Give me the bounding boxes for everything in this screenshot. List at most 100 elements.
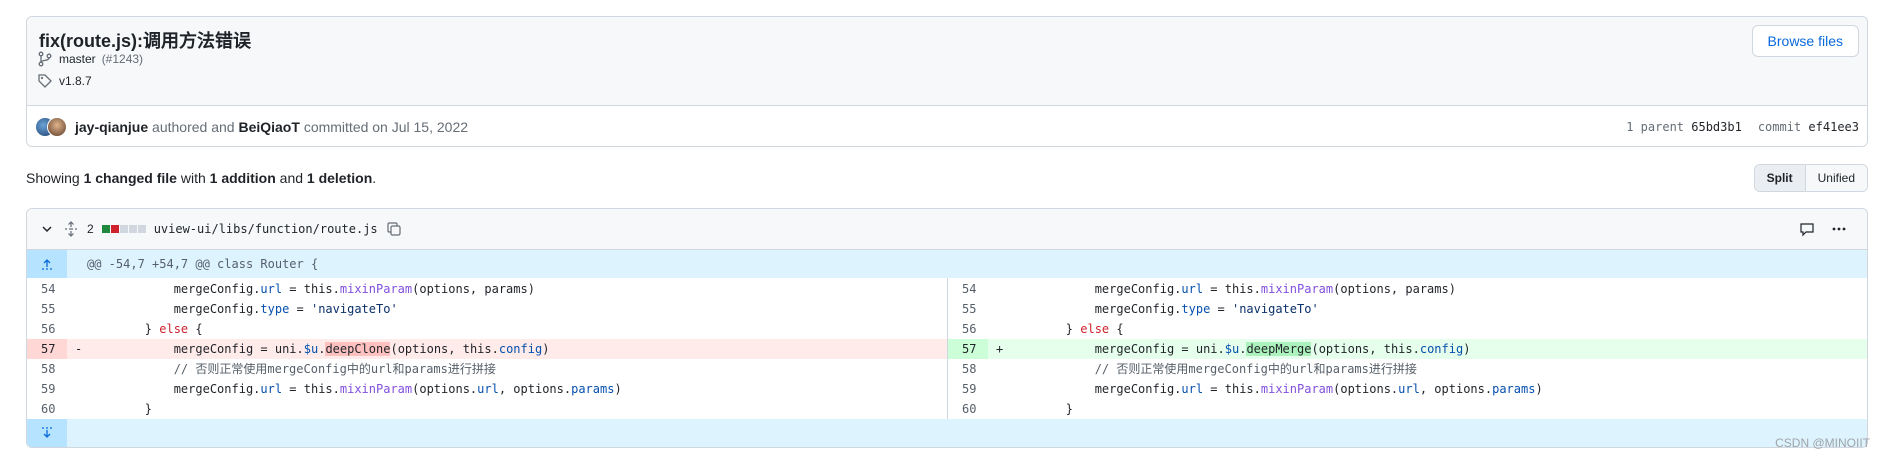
code-token: (options, this. [390, 342, 499, 356]
copy-icon[interactable] [386, 221, 402, 237]
code-token: else [1080, 322, 1110, 336]
code-line: } else { [1008, 319, 1124, 339]
code-token: mergeConfig. [87, 282, 261, 296]
diff-line: 58 // 否则正常使用mergeConfig中的url和params进行拼接 [948, 359, 1867, 379]
committer-link[interactable]: BeiQiaoT [238, 119, 299, 135]
authored-text: authored and [152, 119, 235, 135]
browse-files-button[interactable]: Browse files [1751, 25, 1859, 57]
comment-icon[interactable] [1799, 221, 1815, 237]
code-token: config [1419, 342, 1464, 356]
commit-top: fix(route.js):调用方法错误 Browse files master… [27, 17, 1867, 106]
tag-link[interactable]: v1.8.7 [59, 74, 92, 88]
kebab-horizontal-icon[interactable] [1831, 221, 1847, 237]
file-path[interactable]: uview-ui/libs/function/route.js [154, 222, 378, 236]
code-token: { [188, 322, 203, 336]
code-token: params [1492, 382, 1536, 396]
line-number[interactable]: 60 [27, 399, 67, 419]
code-line: } [1008, 399, 1073, 419]
branch-link[interactable]: master [59, 52, 96, 66]
git-branch-icon [38, 51, 52, 67]
code-token: mergeConfig. [1008, 382, 1182, 396]
commit-author-bar: jay-qianjue authored and BeiQiaoT commit… [27, 106, 1867, 146]
line-number[interactable]: 58 [27, 359, 67, 379]
summary-additions: 1 addition [209, 170, 276, 186]
code-token: $u [1224, 342, 1240, 356]
line-number[interactable]: 54 [948, 279, 988, 299]
code-token: 'navigateTo' [310, 302, 398, 316]
code-token: (options. [1333, 382, 1399, 396]
code-token: ) [542, 342, 550, 356]
code-token: = [289, 302, 311, 316]
line-number[interactable]: 59 [948, 379, 988, 399]
fold-down-icon [42, 427, 52, 438]
unified-view-button[interactable]: Unified [1805, 165, 1867, 191]
parent-ref: 1 parent 65bd3b1 [1626, 120, 1742, 134]
pr-link[interactable]: (#1243) [102, 52, 143, 66]
code-line: mergeConfig.url = this.mixinParam(option… [87, 279, 535, 299]
code-token: mergeConfig = uni. [1008, 342, 1225, 356]
parent-sha[interactable]: 65bd3b1 [1691, 120, 1742, 134]
code-token: url [1398, 382, 1420, 396]
line-number[interactable]: 54 [27, 279, 67, 299]
hunk-header: @@ -54,7 +54,7 @@ class Router { [27, 250, 1867, 278]
chevron-down-icon[interactable] [39, 221, 55, 237]
diff-line: 57- mergeConfig = uni.$u.deepClone(optio… [27, 339, 947, 359]
commit-header: fix(route.js):调用方法错误 Browse files master… [26, 16, 1868, 147]
code-token: = [1210, 302, 1232, 316]
code-token: ) [1535, 382, 1543, 396]
tag-icon [38, 74, 52, 88]
expand-up-button[interactable] [27, 250, 67, 278]
code-token: $u [303, 342, 319, 356]
author-link[interactable]: jay-qianjue [75, 119, 148, 135]
commit-refs: 1 parent 65bd3b1 commit ef41ee3 [1626, 120, 1859, 134]
avatar[interactable] [47, 117, 67, 137]
code-token: mergeConfig. [1008, 302, 1182, 316]
commit-label: commit [1757, 120, 1802, 134]
code-line: } else { [87, 319, 203, 339]
code-token: } [1008, 322, 1081, 336]
code-token: ) [614, 382, 622, 396]
code-line: // 否则正常使用mergeConfig中的url和params进行拼接 [1008, 359, 1417, 379]
line-number[interactable]: 56 [27, 319, 67, 339]
diffstat-neutral [119, 225, 128, 233]
diffstat-neutral [128, 225, 137, 233]
code-token: = this. [282, 382, 340, 396]
diff-line: 58 // 否则正常使用mergeConfig中的url和params进行拼接 [27, 359, 947, 379]
author-avatars[interactable] [35, 117, 67, 137]
line-number[interactable]: 55 [27, 299, 67, 319]
unfold-icon[interactable] [63, 221, 79, 237]
code-token: url [260, 282, 283, 296]
file-diff: 2 uview-ui/libs/function/route.js @@ -54… [26, 208, 1868, 448]
diffstat-bar [101, 225, 146, 233]
code-token: mergeConfig. [87, 302, 261, 316]
hunk-header-text: @@ -54,7 +54,7 @@ class Router { [87, 257, 319, 271]
line-number[interactable]: 58 [948, 359, 988, 379]
code-token: , options. [1419, 382, 1493, 396]
line-number[interactable]: 57 [27, 339, 67, 359]
code-token: url [477, 382, 499, 396]
code-token: (options. [412, 382, 478, 396]
code-line: mergeConfig.url = this.mixinParam(option… [1008, 279, 1456, 299]
split-view-button[interactable]: Split [1754, 165, 1806, 191]
line-number[interactable]: 56 [948, 319, 988, 339]
line-number[interactable]: 57 [948, 339, 988, 359]
line-number[interactable]: 55 [948, 299, 988, 319]
summary-prefix: Showing [26, 170, 80, 186]
code-line: mergeConfig.type = 'navigateTo' [1008, 299, 1319, 319]
diffstat-del [110, 225, 119, 233]
diff-line: 56 } else { [948, 319, 1867, 339]
code-token: mixinParam [1260, 382, 1334, 396]
code-line: mergeConfig = uni.$u.deepMerge(options, … [1008, 339, 1470, 359]
code-token: else [159, 322, 189, 336]
code-token: = this. [1203, 382, 1261, 396]
author-line: jay-qianjue authored and BeiQiaoT commit… [75, 119, 468, 135]
code-token: config [498, 342, 543, 356]
expand-down-button[interactable] [27, 419, 67, 447]
change-count: 2 [87, 222, 94, 236]
diffstat-add [101, 225, 110, 233]
line-number[interactable]: 59 [27, 379, 67, 399]
diff-line: 59 mergeConfig. url = this.mixinParam(opt… [948, 379, 1867, 399]
code-token: = this. [282, 282, 340, 296]
line-number[interactable]: 60 [948, 399, 988, 419]
commit-title: fix(route.js):调用方法错误 [39, 31, 252, 51]
